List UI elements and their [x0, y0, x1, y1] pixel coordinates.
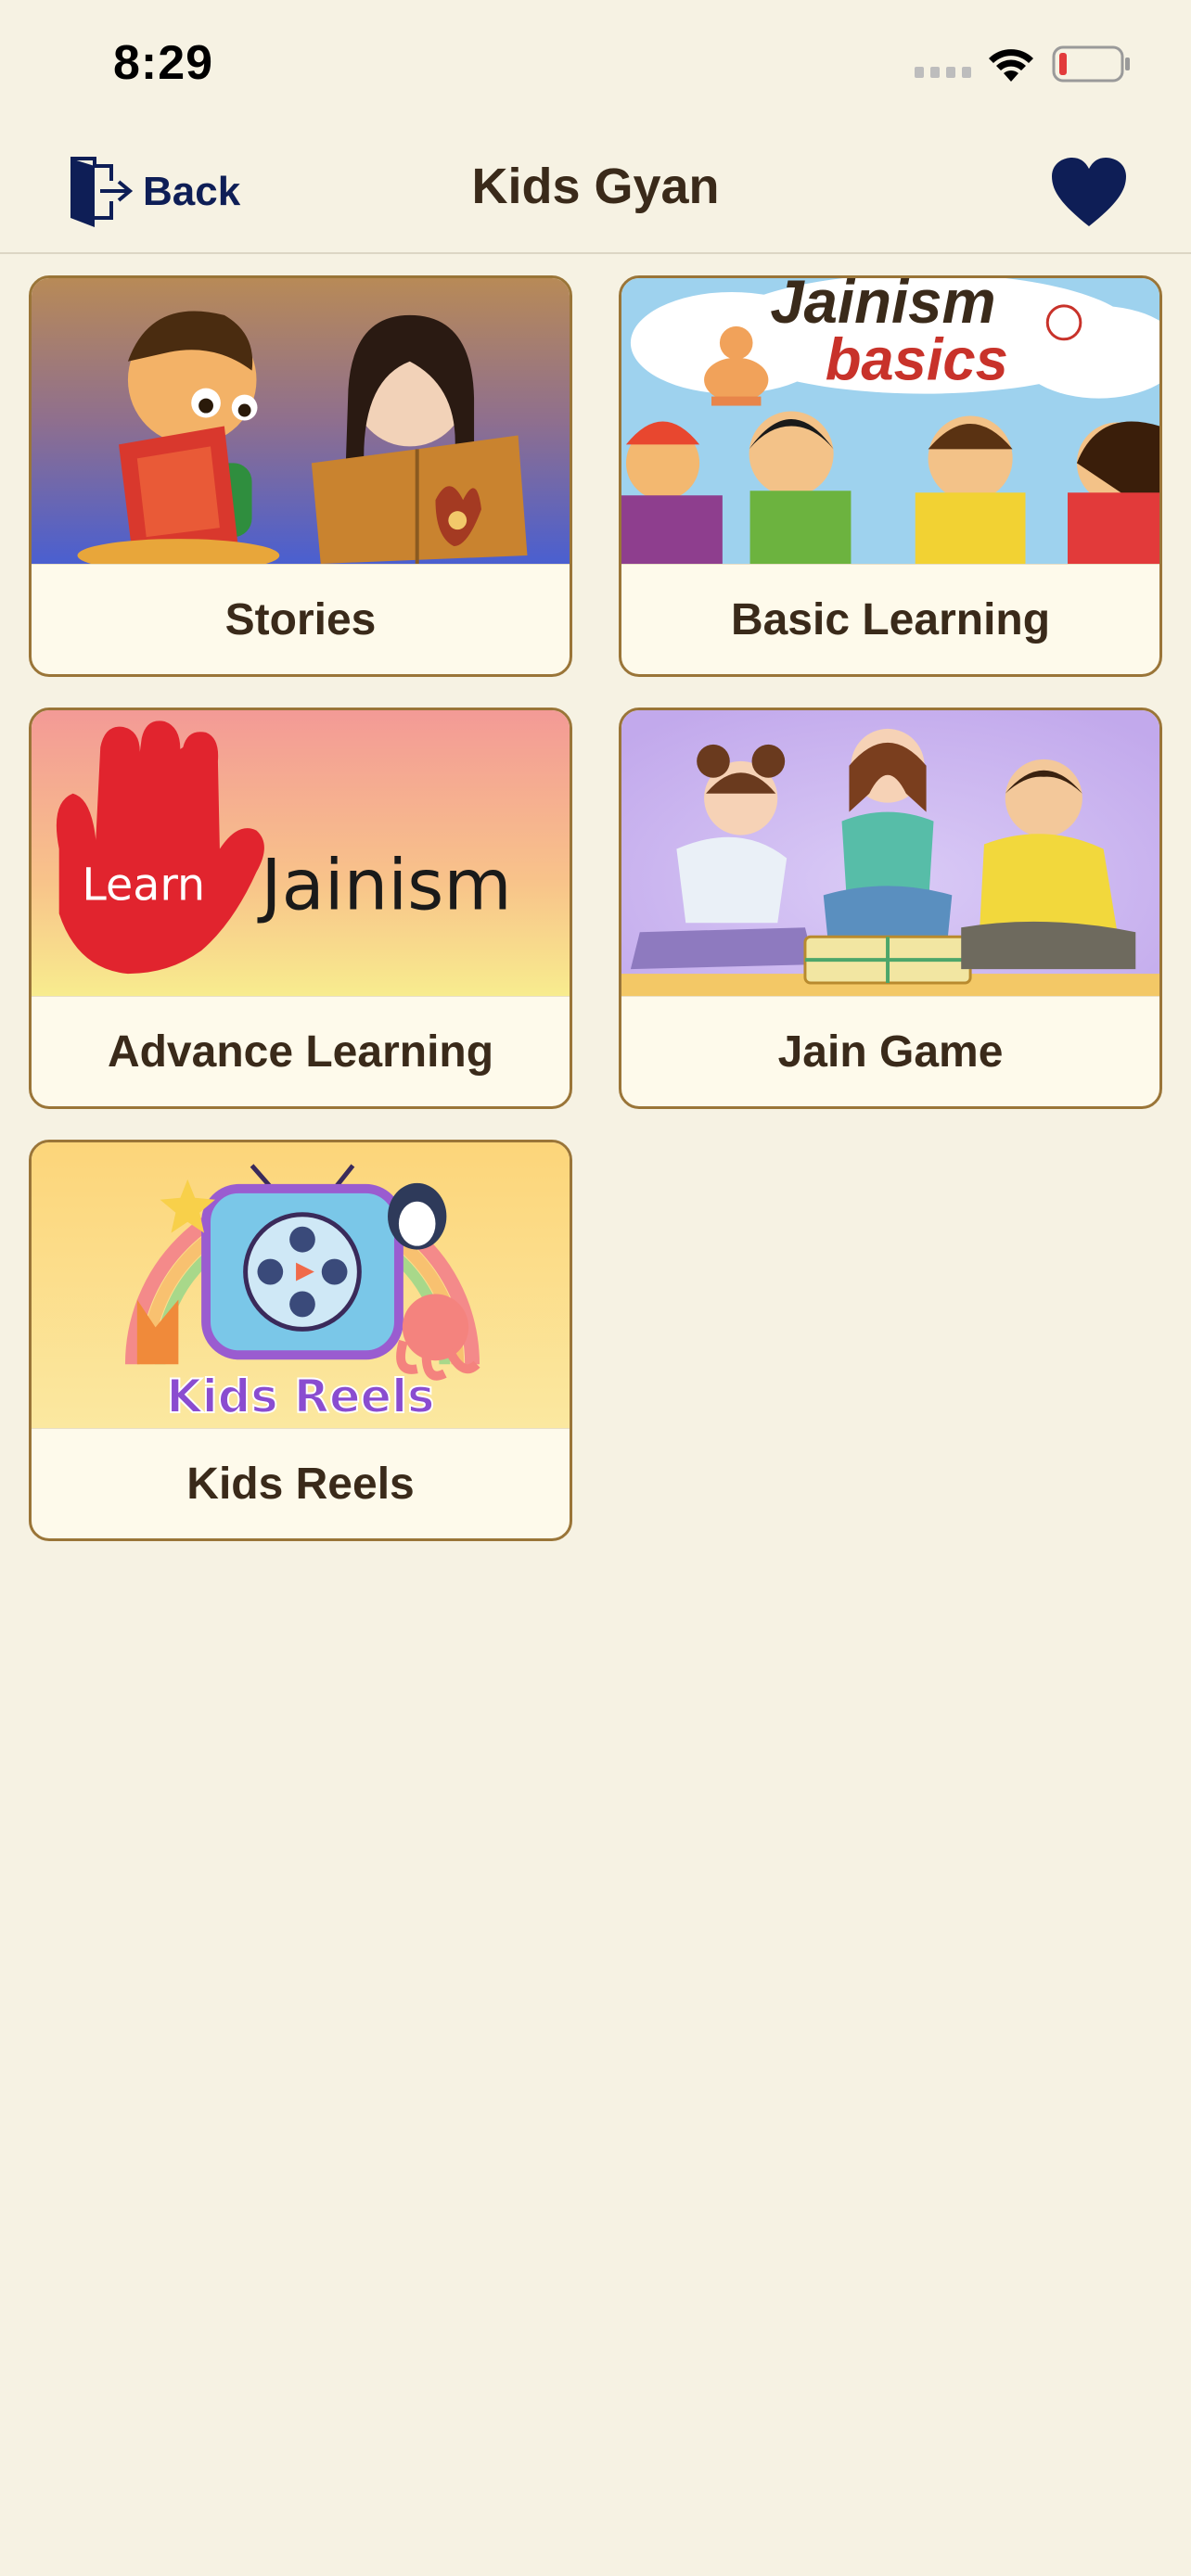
- category-label: Jain Game: [777, 1027, 1004, 1077]
- image-text-kids-reels: Kids Reels: [166, 1370, 434, 1423]
- category-grid: Stories Jainism basics Basic Learning Le…: [29, 275, 1162, 1541]
- jainism-basics-illustration: Jainism basics: [621, 278, 1159, 565]
- kids-playing-board-game-illustration: [621, 710, 1159, 997]
- wifi-icon: [989, 49, 1033, 82]
- category-label: Stories: [224, 594, 377, 644]
- kids-reels-tv-illustration: Kids Reels: [32, 1142, 570, 1429]
- favorite-heart-icon[interactable]: [1050, 156, 1128, 230]
- status-bar: 8:29: [0, 0, 1191, 130]
- category-label: Kids Reels: [186, 1459, 415, 1509]
- image-text-jainism: Jainism: [257, 844, 511, 925]
- navigation-bar: Back Kids Gyan: [0, 130, 1191, 254]
- category-card-advance-learning[interactable]: Learn Jainism Advance Learning: [29, 708, 572, 1109]
- battery-icon: [1052, 45, 1130, 83]
- category-card-kids-reels[interactable]: Kids Reels Kids Reels: [29, 1140, 572, 1541]
- category-card-basic-learning[interactable]: Jainism basics Basic Learning: [619, 275, 1162, 677]
- image-text-basics: basics: [826, 326, 1008, 392]
- status-time: 8:29: [113, 36, 214, 90]
- category-card-jain-game[interactable]: Jain Game: [619, 708, 1162, 1109]
- category-label: Basic Learning: [730, 594, 1051, 644]
- kids-reading-illustration: [32, 278, 570, 565]
- category-card-stories[interactable]: Stories: [29, 275, 572, 677]
- learn-jainism-hand-illustration: Learn Jainism: [32, 710, 570, 997]
- category-label: Advance Learning: [107, 1027, 494, 1077]
- image-text-learn: Learn: [82, 860, 205, 911]
- cellular-signal-icon: [915, 67, 971, 78]
- page-title: Kids Gyan: [471, 159, 720, 214]
